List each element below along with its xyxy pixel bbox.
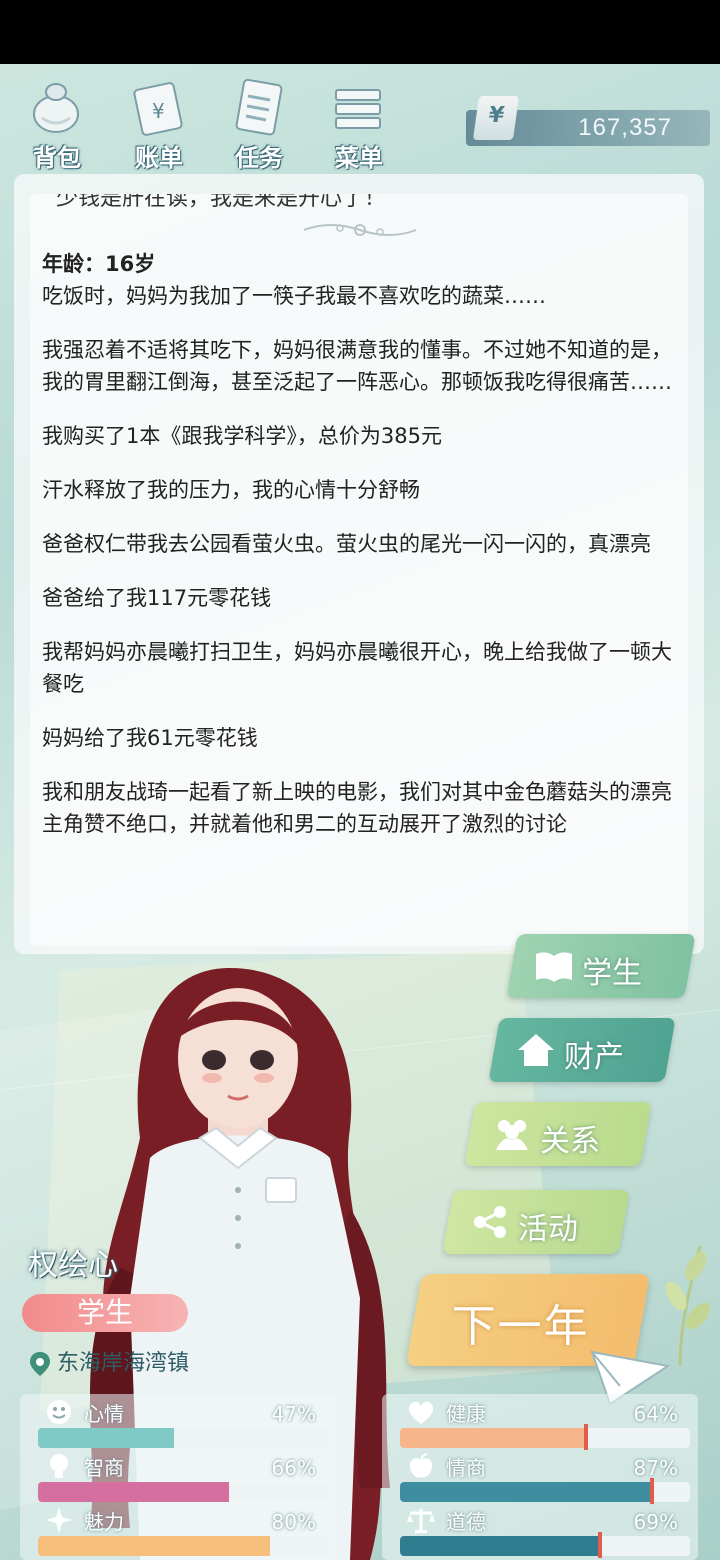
heart-icon [408, 1401, 434, 1424]
ornament-divider-icon [303, 224, 417, 236]
stat-name: 心情 [84, 1402, 124, 1426]
log-entry: 吃饭时，妈妈为我加了一筷子我最不喜欢吃的蔬菜…… [42, 284, 546, 308]
log-entry: 我强忍着不适将其吃下，妈妈很满意我的懂事。不过她不知道的是，我的胃里翻江倒海，甚… [42, 338, 672, 394]
toolbar-label: 背包 [33, 144, 81, 172]
stats-right: 健康 64% 情商 87% 道德 69% [382, 1394, 698, 1560]
stat-marker [583, 1424, 588, 1450]
stat-fill [38, 1536, 270, 1556]
bill-icon: ¥ [133, 82, 183, 136]
life-log-scroll[interactable]: 少钱是肝在读，我是来是开心了！ 年龄：16岁 吃饭时，妈妈为我加了一筷子我最不喜… [30, 194, 688, 946]
asset-button[interactable]: 财产 [488, 1018, 676, 1082]
stat-value: 80% [271, 1510, 316, 1534]
house-icon [518, 1034, 554, 1066]
log-cut-line: 少钱是肝在读，我是来是开心了！ [56, 194, 387, 211]
activity-button[interactable]: 活动 [442, 1190, 630, 1254]
yen-icon: ¥ [472, 96, 520, 140]
book-icon [536, 952, 572, 982]
relation-label: 关系 [540, 1124, 600, 1159]
log-entry: 我购买了1本《跟我学科学》，总价为385元 [42, 424, 442, 448]
stat-morality: 道德 69% [382, 1502, 698, 1558]
activity-label: 活动 [518, 1212, 578, 1247]
stat-value: 47% [271, 1402, 316, 1426]
character-role-badge: 学生 [22, 1294, 188, 1332]
stat-name: 魅力 [84, 1510, 124, 1534]
relation-button[interactable]: 关系 [464, 1102, 652, 1166]
stat-value: 64% [633, 1402, 678, 1426]
student-button[interactable]: 学生 [506, 934, 696, 998]
toolbar-label: 菜单 [335, 144, 383, 172]
stat-name: 健康 [446, 1402, 486, 1426]
stat-charm: 魅力 80% [20, 1502, 336, 1556]
log-entries: 年龄：16岁 吃饭时，妈妈为我加了一筷子我最不喜欢吃的蔬菜…… 我强忍着不适将其… [42, 242, 672, 862]
stat-health: 健康 64% [382, 1394, 698, 1450]
log-entry: 妈妈给了我61元零花钱 [42, 726, 258, 750]
log-entry: 汗水释放了我的压力，我的心情十分舒畅 [42, 478, 420, 502]
stat-eq: 情商 87% [382, 1448, 698, 1504]
toolbar-label: 任务 [235, 144, 283, 172]
log-entry: 我帮妈妈亦晨曦打扫卫生，妈妈亦晨曦很开心，晚上给我做了一顿大餐吃 [42, 640, 672, 696]
location-pin-icon [30, 1352, 50, 1376]
stat-mood: 心情 47% [20, 1394, 336, 1448]
money-value: 167,357 [578, 114, 672, 141]
asset-label: 财产 [564, 1040, 624, 1075]
stat-value: 66% [271, 1456, 316, 1480]
stat-track [38, 1536, 328, 1556]
stat-track [38, 1428, 328, 1448]
bag-icon [33, 83, 79, 133]
log-entry: 我和朋友战琦一起看了新上映的电影，我们对其中金色蘑菇头的漂亮主角赞不绝口，并就着… [42, 780, 672, 836]
apple-icon [409, 1453, 433, 1478]
character-location: 东海岸海湾镇 [30, 1346, 189, 1382]
top-toolbar: 背包 ¥ 账单 任务 菜单 ¥ 167,357 [0, 64, 720, 174]
menu-icon [335, 89, 381, 129]
stat-name: 道德 [446, 1510, 486, 1534]
age-heading: 年龄：16岁 [42, 252, 156, 276]
stat-track [400, 1482, 690, 1502]
stat-value: 69% [633, 1510, 678, 1534]
stat-fill [38, 1428, 175, 1448]
status-bar [0, 0, 720, 64]
smile-icon [47, 1400, 71, 1424]
money-display: ¥ 167,357 [466, 96, 710, 146]
scale-icon [407, 1509, 435, 1533]
toolbar-menu-button[interactable]: 菜单 [316, 72, 396, 172]
stat-fill [400, 1536, 601, 1556]
stat-track [400, 1428, 690, 1448]
stat-marker [598, 1532, 603, 1558]
toolbar-task-button[interactable]: 任务 [216, 72, 296, 172]
bulb-icon [50, 1454, 68, 1478]
location-text: 东海岸海湾镇 [57, 1351, 190, 1376]
stat-fill [38, 1482, 230, 1502]
log-entry: 爸爸给了我117元零花钱 [42, 586, 272, 610]
stat-value: 87% [633, 1456, 678, 1480]
stat-marker [650, 1478, 655, 1504]
stat-track [38, 1482, 328, 1502]
task-icon [235, 78, 283, 136]
log-entry: 爸爸权仁带我去公园看萤火虫。萤火虫的尾光一闪一闪的，真漂亮 [42, 532, 651, 556]
svg-text:¥: ¥ [152, 99, 165, 123]
character-name: 权绘心 [28, 1248, 118, 1283]
share-icon [474, 1206, 506, 1238]
toolbar-bill-button[interactable]: ¥ 账单 [116, 72, 196, 172]
student-label: 学生 [582, 956, 642, 991]
stat-fill [400, 1482, 653, 1502]
stats-left: 心情 47% 智商 66% 魅力 80% [20, 1394, 336, 1560]
life-log-panel: 少钱是肝在读，我是来是开心了！ 年龄：16岁 吃饭时，妈妈为我加了一筷子我最不喜… [14, 174, 704, 954]
sparkle-icon [46, 1507, 72, 1533]
toolbar-bag-button[interactable]: 背包 [14, 72, 94, 172]
stat-track [400, 1536, 690, 1556]
stat-name: 情商 [446, 1456, 486, 1480]
stat-fill [400, 1428, 586, 1448]
stat-name: 智商 [84, 1456, 124, 1480]
stat-iq: 智商 66% [20, 1448, 336, 1502]
next-year-label: 下一年 [451, 1301, 590, 1352]
toolbar-label: 账单 [135, 144, 183, 172]
people-icon [496, 1120, 528, 1150]
